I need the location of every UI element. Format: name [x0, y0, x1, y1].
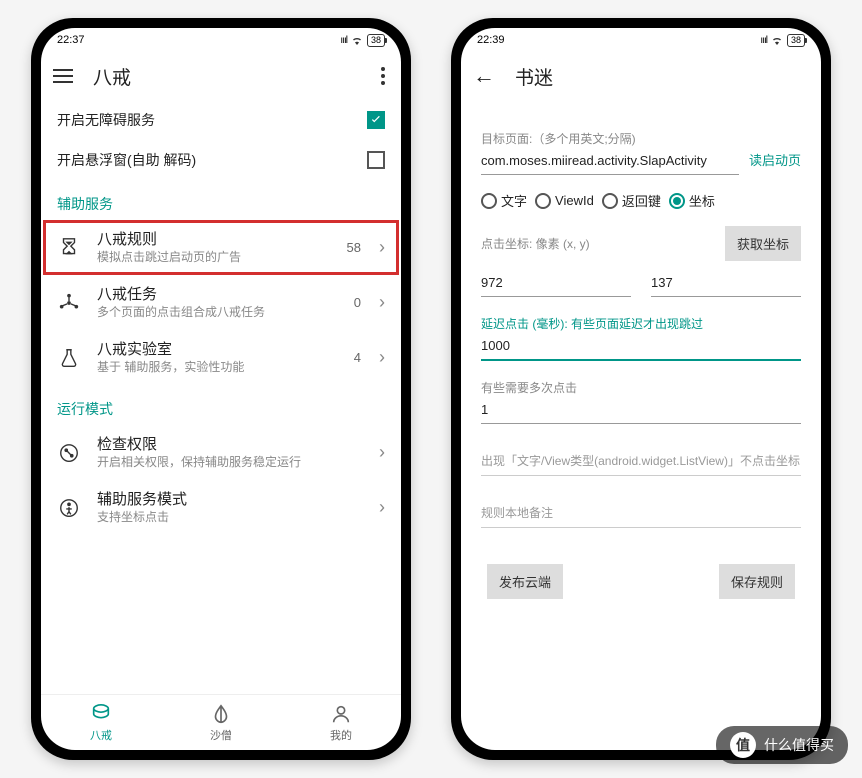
item-sub: 基于 辅助服务，实验性功能 [97, 360, 338, 376]
nav-label: 我的 [330, 727, 352, 743]
watermark: 值 什么值得买 [716, 726, 848, 764]
toggle-label: 开启无障碍服务 [57, 110, 367, 130]
chevron-right-icon: › [379, 497, 385, 518]
nav-shaseng[interactable]: 沙僧 [161, 695, 281, 750]
target-label: 目标页面:（多个用英文;分隔) [481, 130, 739, 147]
exclude-input[interactable]: 出现「文字/View类型(android.widget.ListView)」不点… [481, 436, 801, 476]
toggle-accessibility[interactable]: 开启无障碍服务 [41, 100, 401, 140]
radio-text[interactable]: 文字 [481, 191, 527, 210]
delay-label: 延迟点击 (毫秒): 有些页面延迟才出现跳过 [481, 315, 801, 332]
multi-label: 有些需要多次点击 [481, 379, 801, 396]
nav-bajie[interactable]: 八戒 [41, 695, 161, 750]
item-count: 0 [354, 295, 361, 310]
signal-icon: ıııl [340, 35, 347, 46]
chevron-right-icon: › [379, 442, 385, 463]
node-icon [57, 291, 81, 315]
signal-icon: ıııl [760, 35, 767, 46]
hourglass-icon [57, 236, 81, 260]
nav-label: 沙僧 [210, 727, 232, 743]
item-sub: 模拟点击跳过启动页的广告 [97, 250, 331, 266]
item-sub: 开启相关权限，保持辅助服务稳定运行 [97, 455, 363, 471]
page-title: 书迷 [515, 63, 553, 90]
item-title: 八戒规则 [97, 230, 331, 250]
content: 开启无障碍服务 开启悬浮窗(自助 解码) 辅助服务 八戒规则 模拟点击跳过启动页… [41, 100, 401, 694]
get-coord-button[interactable]: 获取坐标 [725, 226, 801, 261]
phone-right: 22:39 ıııl 38 ← 书迷 目标页面:（多个用英文;分隔) 读启动页 … [451, 18, 831, 760]
radio-group: 文字 ViewId 返回键 坐标 [481, 191, 801, 210]
watermark-icon: 值 [730, 732, 756, 758]
multi-input[interactable] [481, 396, 801, 424]
save-button[interactable]: 保存规则 [719, 564, 795, 599]
status-time: 22:37 [57, 34, 85, 46]
item-count: 4 [354, 350, 361, 365]
phone-left: 22:37 ıııl 38 八戒 开启无障碍服务 开启悬浮窗(自助 解码) [31, 18, 411, 760]
link-icon [57, 441, 81, 465]
app-title: 八戒 [93, 63, 131, 90]
chevron-right-icon: › [379, 292, 385, 313]
status-bar: 22:39 ıııl 38 [461, 28, 821, 52]
nav-label: 八戒 [90, 727, 112, 743]
radio-coord[interactable]: 坐标 [669, 191, 715, 210]
section-header-assist: 辅助服务 [41, 180, 401, 220]
note-input[interactable]: 规则本地备注 [481, 488, 801, 528]
delay-input[interactable] [481, 332, 801, 361]
battery-icon: 38 [367, 34, 385, 47]
menu-icon[interactable] [53, 69, 73, 83]
nav-mine[interactable]: 我的 [281, 695, 401, 750]
wifi-icon [351, 35, 363, 45]
more-icon[interactable] [377, 63, 389, 89]
item-title: 八戒任务 [97, 285, 338, 305]
publish-button[interactable]: 发布云端 [487, 564, 563, 599]
coord-x-input[interactable] [481, 269, 631, 297]
radio-back[interactable]: 返回键 [602, 191, 661, 210]
coord-label: 点击坐标: 像素 (x, y) [481, 235, 713, 252]
list-item-rules[interactable]: 八戒规则 模拟点击跳过启动页的广告 58 › [43, 220, 399, 275]
list-item-permissions[interactable]: 检查权限 开启相关权限，保持辅助服务稳定运行 › [41, 425, 401, 480]
item-title: 辅助服务模式 [97, 490, 363, 510]
flask-icon [57, 346, 81, 370]
screen-left: 22:37 ıııl 38 八戒 开启无障碍服务 开启悬浮窗(自助 解码) [41, 28, 401, 750]
bottom-nav: 八戒 沙僧 我的 [41, 694, 401, 750]
status-bar: 22:37 ıııl 38 [41, 28, 401, 52]
app-bar: 八戒 [41, 52, 401, 100]
app-bar: ← 书迷 [461, 52, 821, 100]
list-item-service-mode[interactable]: 辅助服务模式 支持坐标点击 › [41, 480, 401, 535]
item-title: 八戒实验室 [97, 340, 338, 360]
read-launch-button[interactable]: 读启动页 [749, 150, 801, 175]
watermark-text: 什么值得买 [764, 735, 834, 755]
status-time: 22:39 [477, 34, 505, 46]
toggle-floating[interactable]: 开启悬浮窗(自助 解码) [41, 140, 401, 180]
back-icon[interactable]: ← [473, 63, 495, 89]
radio-viewid[interactable]: ViewId [535, 193, 594, 209]
item-sub: 支持坐标点击 [97, 510, 363, 526]
chevron-right-icon: › [379, 237, 385, 258]
item-title: 检查权限 [97, 435, 363, 455]
chevron-right-icon: › [379, 347, 385, 368]
checkbox-on-icon[interactable] [367, 111, 385, 129]
form: 目标页面:（多个用英文;分隔) 读启动页 文字 ViewId 返回键 坐标 点击… [461, 100, 821, 611]
target-input[interactable] [481, 147, 739, 175]
item-count: 58 [347, 240, 361, 255]
list-item-tasks[interactable]: 八戒任务 多个页面的点击组合成八戒任务 0 › [41, 275, 401, 330]
person-icon [57, 496, 81, 520]
screen-right: 22:39 ıııl 38 ← 书迷 目标页面:（多个用英文;分隔) 读启动页 … [461, 28, 821, 750]
checkbox-off-icon[interactable] [367, 151, 385, 169]
coord-y-input[interactable] [651, 269, 801, 297]
item-sub: 多个页面的点击组合成八戒任务 [97, 305, 338, 321]
wifi-icon [771, 35, 783, 45]
toggle-label: 开启悬浮窗(自助 解码) [57, 150, 367, 170]
section-header-runmode: 运行模式 [41, 385, 401, 425]
list-item-lab[interactable]: 八戒实验室 基于 辅助服务，实验性功能 4 › [41, 330, 401, 385]
battery-icon: 38 [787, 34, 805, 47]
